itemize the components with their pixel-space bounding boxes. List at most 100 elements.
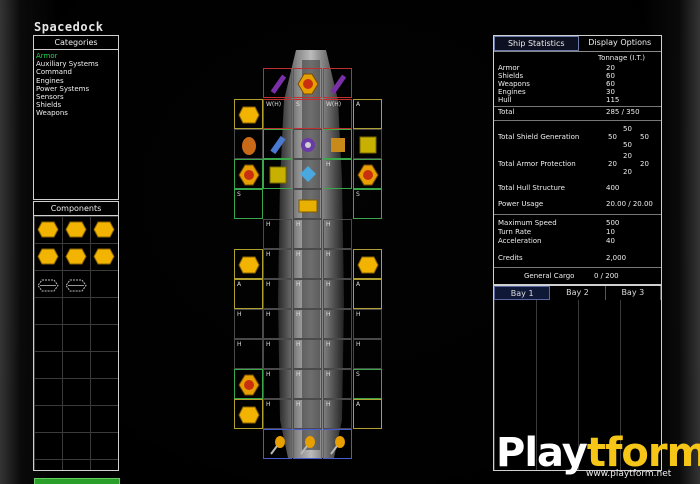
armor-plate-component[interactable]: [93, 248, 115, 265]
tab-display-options[interactable]: Display Options: [579, 36, 662, 51]
hull-slot[interactable]: H: [323, 399, 352, 429]
shield-slot[interactable]: [234, 369, 263, 399]
slot-label: H: [296, 371, 301, 378]
ship-statistics-panel: Ship Statistics Display Options Tonnage …: [493, 35, 662, 285]
armor-slot[interactable]: A: [353, 279, 382, 309]
hull-slot[interactable]: H: [234, 309, 263, 339]
tab-ship-statistics[interactable]: Ship Statistics: [494, 36, 579, 51]
armor-plate-component[interactable]: [37, 248, 59, 265]
slot-label: S: [237, 191, 241, 198]
engine-slot[interactable]: [293, 429, 322, 459]
armor-slot[interactable]: [353, 249, 382, 279]
engine-slot[interactable]: [323, 429, 352, 459]
category-shields[interactable]: Shields: [36, 101, 116, 109]
power-system-slot[interactable]: [323, 129, 352, 159]
slot-label: H: [296, 251, 301, 258]
armor-slot[interactable]: [353, 129, 382, 159]
slot-label: H: [266, 281, 271, 288]
armor-plate-component[interactable]: [93, 221, 115, 238]
slot-label: H: [296, 401, 301, 408]
hull-slot[interactable]: H: [323, 339, 352, 369]
categories-header: Categories: [34, 36, 118, 50]
shield-slot[interactable]: [353, 159, 382, 189]
hull-slot[interactable]: H: [263, 309, 292, 339]
engine-slot[interactable]: [293, 159, 322, 189]
mesh-armor-component[interactable]: [65, 277, 87, 294]
armor-slot[interactable]: A: [234, 279, 263, 309]
slot-label: S: [356, 191, 360, 198]
hull-slot[interactable]: H: [293, 399, 322, 429]
hull-slot[interactable]: H: [293, 369, 322, 399]
category-weapons[interactable]: Weapons: [36, 109, 116, 117]
hull-slot[interactable]: H: [263, 339, 292, 369]
armor-plate-component[interactable]: [65, 248, 87, 265]
hull-slot[interactable]: H: [263, 279, 292, 309]
power-usage-value: 20.00 / 20.00: [606, 200, 653, 208]
mesh-armor-component[interactable]: [37, 277, 59, 294]
hull-slot[interactable]: H: [353, 309, 382, 339]
weapon-slot[interactable]: W(H): [263, 99, 292, 129]
slot-label: W(H): [266, 101, 282, 108]
tab-bay-1[interactable]: Bay 1: [494, 286, 551, 300]
hull-slot[interactable]: H: [323, 159, 352, 189]
armor-slot[interactable]: [234, 399, 263, 429]
category-power-systems[interactable]: Power Systems: [36, 85, 116, 93]
shield-slot[interactable]: S: [353, 189, 382, 219]
slot-label: H: [326, 401, 331, 408]
hull-slot[interactable]: H: [323, 249, 352, 279]
armor-slot[interactable]: [234, 99, 263, 129]
category-engines[interactable]: Engines: [36, 77, 116, 85]
tab-bay-3[interactable]: Bay 3: [606, 286, 661, 300]
hull-slot[interactable]: H: [293, 309, 322, 339]
armor-slot[interactable]: A: [353, 399, 382, 429]
hull-slot[interactable]: H: [323, 309, 352, 339]
hull-slot[interactable]: H: [323, 369, 352, 399]
category-auxiliary-systems[interactable]: Auxiliary Systems: [36, 60, 116, 68]
category-armor[interactable]: Armor: [36, 52, 116, 60]
hull-slot[interactable]: H: [263, 219, 292, 249]
hull-slot[interactable]: H: [323, 279, 352, 309]
armor-slot[interactable]: [263, 159, 292, 189]
slot-label: H: [266, 341, 271, 348]
hull-slot[interactable]: H: [234, 339, 263, 369]
slot-label: H: [266, 221, 271, 228]
slot-label: H: [326, 251, 331, 258]
hull-slot[interactable]: H: [293, 279, 322, 309]
slot-label: H: [326, 161, 331, 168]
hull-slot[interactable]: H: [293, 219, 322, 249]
confirm-button[interactable]: [34, 478, 120, 484]
hull-slot[interactable]: H: [263, 399, 292, 429]
sensor-slot[interactable]: [263, 129, 292, 159]
armor-plate-component[interactable]: [37, 221, 59, 238]
category-command[interactable]: Command: [36, 68, 116, 76]
shield-slot[interactable]: S: [293, 99, 322, 129]
hull-slot[interactable]: H: [293, 339, 322, 369]
shield-slot[interactable]: S: [234, 189, 263, 219]
shield-slot[interactable]: [234, 159, 263, 189]
shield-slot[interactable]: S: [353, 369, 382, 399]
armor-plate-component[interactable]: [65, 221, 87, 238]
hull-structure-value: 400: [606, 184, 620, 192]
auxiliary-slot[interactable]: [293, 129, 322, 159]
engine-slot[interactable]: [234, 129, 263, 159]
engine-slot[interactable]: [263, 429, 292, 459]
hull-slot[interactable]: H: [263, 369, 292, 399]
hull-slot[interactable]: H: [293, 249, 322, 279]
category-sensors[interactable]: Sensors: [36, 93, 116, 101]
hull-slot[interactable]: H: [263, 249, 292, 279]
weapon-slot[interactable]: [263, 68, 292, 98]
command-slot[interactable]: [293, 68, 322, 98]
slot-label: S: [296, 101, 300, 108]
hull-value: 115: [606, 96, 620, 104]
hull-slot[interactable]: H: [353, 339, 382, 369]
weapon-slot[interactable]: W(H): [323, 99, 352, 129]
acceleration-value: 40: [606, 237, 615, 245]
tab-bay-2[interactable]: Bay 2: [550, 286, 606, 300]
armor-slot[interactable]: [234, 249, 263, 279]
slot-label: A: [356, 101, 361, 108]
command-slot[interactable]: [293, 189, 322, 219]
hull-slot[interactable]: H: [323, 219, 352, 249]
slot-label: H: [356, 311, 361, 318]
weapon-slot[interactable]: [323, 68, 352, 98]
armor-slot[interactable]: A: [353, 99, 382, 129]
